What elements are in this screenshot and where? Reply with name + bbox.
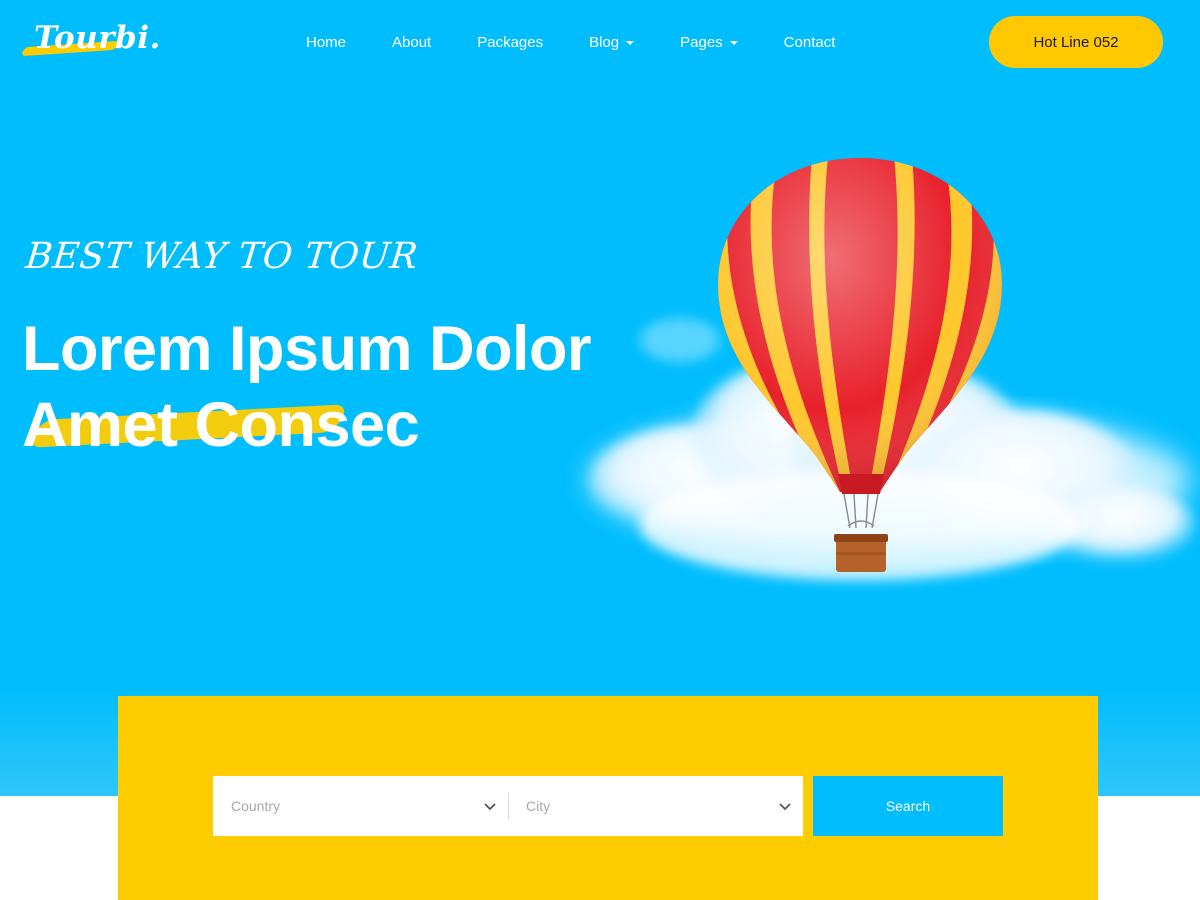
nav-item-blog[interactable]: Blog (589, 33, 635, 51)
caret-down-icon (626, 40, 635, 45)
search-form: Country City (213, 776, 803, 836)
brand-logo[interactable]: Tourbi. (20, 20, 160, 62)
nav-item-contact[interactable]: Contact (784, 34, 836, 51)
search-button[interactable]: Search (813, 776, 1003, 836)
nav-item-label: Blog (589, 33, 620, 51)
city-select-placeholder: City (526, 798, 551, 814)
hero-tagline: BEST WAY TO TOUR (23, 236, 420, 277)
city-select[interactable]: City (508, 776, 803, 836)
nav-item-label: Pages (680, 33, 723, 51)
search-panel: Country City Search (118, 696, 1098, 900)
nav-item-label: Home (306, 33, 347, 51)
country-select[interactable]: Country (213, 776, 508, 836)
country-select-placeholder: Country (231, 798, 281, 814)
chevron-down-icon (484, 803, 496, 811)
caret-down-icon (729, 40, 738, 45)
nav-item-pages[interactable]: Pages (680, 34, 738, 51)
logo-text: Tourbi. (34, 20, 161, 56)
nav-item-label: Contact (783, 33, 836, 51)
nav-item-label: Packages (477, 33, 544, 51)
nav-item-about[interactable]: About (392, 34, 431, 51)
nav-item-label: About (392, 33, 432, 51)
main-nav: Home About Packages Blog Pages Contact (306, 30, 835, 54)
nav-item-home[interactable]: Home (306, 34, 346, 51)
hot-air-balloon-icon (718, 158, 1002, 572)
hero-headline-line1: Lorem Ipsum Dolor (22, 314, 592, 384)
chevron-down-icon (779, 803, 791, 811)
hero-section: Tourbi. Home About Packages Blog Pages C… (0, 0, 1200, 796)
hotline-button[interactable]: Hot Line 052 (989, 16, 1163, 68)
nav-item-packages[interactable]: Packages (477, 34, 543, 51)
hero-headline-line2: Amet Consec (22, 390, 420, 460)
